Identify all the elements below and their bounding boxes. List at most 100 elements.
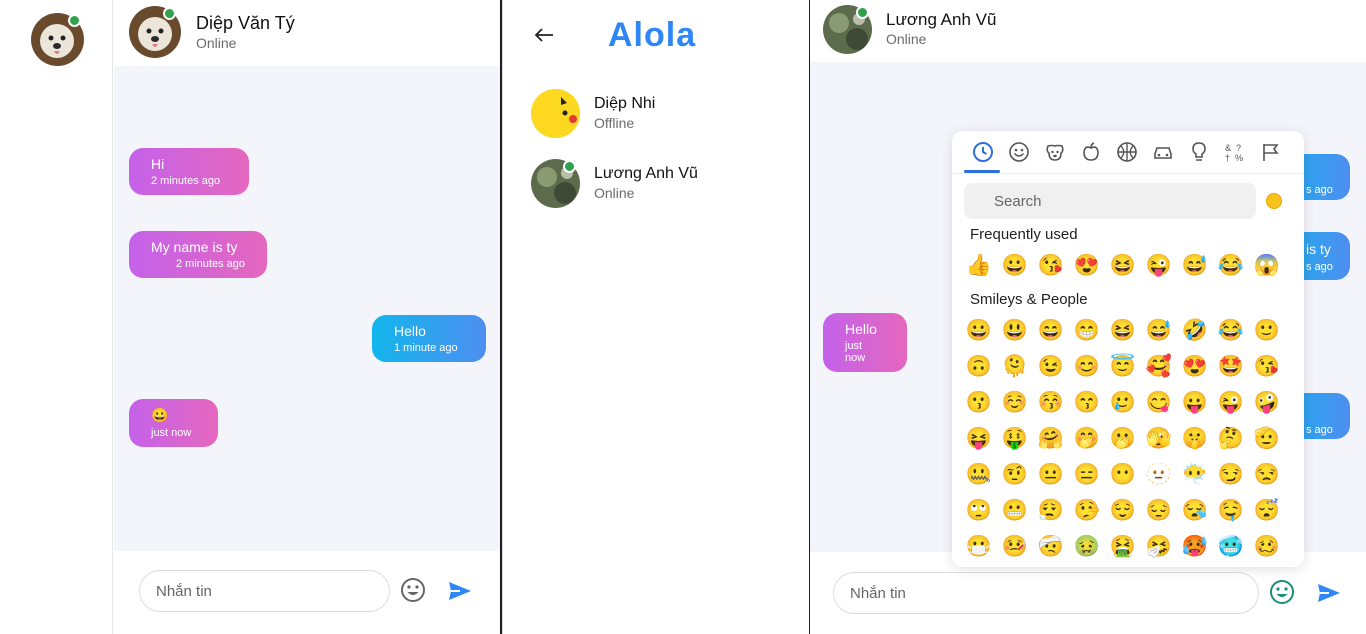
emoji-item[interactable]: 😂	[1216, 316, 1246, 346]
emoji-item[interactable]: 🤗	[1036, 424, 1066, 454]
emoji-item[interactable]: 🤣	[1180, 316, 1210, 346]
emoji-item[interactable]: 😶	[1108, 460, 1138, 490]
emoji-item[interactable]: 😑	[1072, 460, 1102, 490]
travel-icon[interactable]	[1150, 141, 1176, 167]
emoji-item[interactable]: 😀	[964, 316, 994, 346]
emoji-item[interactable]: 🤒	[1000, 532, 1030, 562]
objects-icon[interactable]	[1186, 141, 1212, 167]
animal-icon[interactable]	[1042, 141, 1068, 167]
emoji-item[interactable]: 😋	[1144, 388, 1174, 418]
emoji-item[interactable]: 😐	[1036, 460, 1066, 490]
emoji-item[interactable]: 😴	[1252, 496, 1282, 526]
message-input[interactable]	[139, 570, 390, 612]
emoji-item[interactable]: 😌	[1108, 496, 1138, 526]
emoji-item[interactable]: 🫥	[1144, 460, 1174, 490]
emoji-item[interactable]: 😚	[1036, 388, 1066, 418]
emoji-item[interactable]: 🥲	[1108, 388, 1138, 418]
emoji-item[interactable]: 🤑	[1000, 424, 1030, 454]
smiley-icon[interactable]	[1006, 141, 1032, 167]
emoji-item[interactable]: 🫣	[1144, 424, 1174, 454]
emoji-item[interactable]: 😱	[1252, 251, 1282, 281]
emoji-item[interactable]: 😉	[1036, 352, 1066, 382]
emoji-item[interactable]: 🤕	[1036, 532, 1066, 562]
emoji-item[interactable]: 😃	[1000, 316, 1030, 346]
emoji-item[interactable]: 🤨	[1000, 460, 1030, 490]
emoji-item[interactable]: 😁	[1072, 316, 1102, 346]
emoji-item[interactable]: 🤩	[1216, 352, 1246, 382]
emoji-item[interactable]: 😔	[1144, 496, 1174, 526]
send-icon	[1318, 584, 1340, 602]
emoji-item[interactable]: 😆	[1108, 316, 1138, 346]
emoji-item[interactable]: 🥶	[1216, 532, 1246, 562]
contact-item[interactable]: Lương Anh Vũ Online	[503, 156, 809, 218]
emoji-item[interactable]: 😛	[1180, 388, 1210, 418]
emoji-item[interactable]: 😏	[1216, 460, 1246, 490]
emoji-item[interactable]: 😍	[1180, 352, 1210, 382]
emoji-item[interactable]: 🫢	[1108, 424, 1138, 454]
emoji-item[interactable]: 🥴	[1252, 532, 1282, 562]
chat-header: Lương Anh Vũ Online	[810, 0, 1366, 62]
emoji-item[interactable]: 🤪	[1252, 388, 1282, 418]
emoji-item[interactable]: 🤤	[1216, 496, 1246, 526]
skin-tone-selector[interactable]	[1266, 193, 1282, 209]
message-input[interactable]	[833, 572, 1259, 614]
svg-text:†: †	[1225, 153, 1230, 163]
emoji-item[interactable]: 😜	[1216, 388, 1246, 418]
emoji-item[interactable]: 😇	[1108, 352, 1138, 382]
message-time: just now	[151, 427, 192, 439]
emoji-button[interactable]	[1269, 579, 1295, 610]
emoji-search-input[interactable]	[964, 183, 1256, 219]
send-button[interactable]	[1317, 583, 1341, 608]
emoji-item[interactable]: 😬	[1000, 496, 1030, 526]
emoji-item[interactable]: 🙄	[964, 496, 994, 526]
emoji-item[interactable]: 🤫	[1180, 424, 1210, 454]
emoji-item[interactable]: 🤭	[1072, 424, 1102, 454]
emoji-item[interactable]: 🤮	[1108, 532, 1138, 562]
emoji-item[interactable]: 🤔	[1216, 424, 1246, 454]
message-time: just now	[845, 340, 866, 364]
emoji-item[interactable]: 😪	[1180, 496, 1210, 526]
emoji-item[interactable]: 😮‍💨	[1036, 496, 1066, 526]
emoji-item[interactable]: 🤧	[1144, 532, 1174, 562]
emoji-item[interactable]: 😅	[1180, 251, 1210, 281]
emoji-item[interactable]: 🙃	[964, 352, 994, 382]
back-button[interactable]	[533, 22, 555, 50]
emoji-item[interactable]: 😜	[1144, 251, 1174, 281]
emoji-item[interactable]: 🤐	[964, 460, 994, 490]
emoji-item[interactable]: 😊	[1072, 352, 1102, 382]
emoji-item[interactable]: 😘	[1252, 352, 1282, 382]
emoji-item[interactable]: 🤥	[1072, 496, 1102, 526]
frequently-used-title: Frequently used	[970, 226, 1078, 243]
message-text: Hello	[394, 323, 426, 339]
emoji-item[interactable]: 😙	[1072, 388, 1102, 418]
flags-icon[interactable]	[1258, 141, 1284, 167]
activity-icon[interactable]	[1114, 141, 1140, 167]
emoji-item[interactable]: 😝	[964, 424, 994, 454]
emoji-item[interactable]: 😀	[1000, 251, 1030, 281]
emoji-item[interactable]: 😶‍🌫️	[1180, 460, 1210, 490]
emoji-item[interactable]: 🙂	[1252, 316, 1282, 346]
emoji-item[interactable]: 🤢	[1072, 532, 1102, 562]
emoji-item[interactable]: 😘	[1036, 251, 1066, 281]
contact-name: Lương Anh Vũ	[886, 10, 997, 29]
emoji-item[interactable]: 😅	[1144, 316, 1174, 346]
emoji-item[interactable]: 😆	[1108, 251, 1138, 281]
send-button[interactable]	[448, 581, 472, 606]
emoji-item[interactable]: 🥵	[1180, 532, 1210, 562]
symbols-icon[interactable]: &? †%	[1222, 141, 1248, 167]
emoji-item[interactable]: 😄	[1036, 316, 1066, 346]
emoji-item[interactable]: 😍	[1072, 251, 1102, 281]
recent-icon[interactable]	[970, 141, 996, 167]
emoji-item[interactable]: ☺️	[1000, 388, 1030, 418]
emoji-item[interactable]: 😗	[964, 388, 994, 418]
emoji-item[interactable]: 🫡	[1252, 424, 1282, 454]
emoji-item[interactable]: 😒	[1252, 460, 1282, 490]
emoji-button[interactable]	[400, 577, 426, 608]
emoji-item[interactable]: 🫠	[1000, 352, 1030, 382]
food-icon[interactable]	[1078, 141, 1104, 167]
emoji-item[interactable]: 👍	[964, 251, 994, 281]
contact-item[interactable]: Diệp Nhi Offline	[503, 86, 809, 148]
emoji-item[interactable]: 🥰	[1144, 352, 1174, 382]
emoji-item[interactable]: 😂	[1216, 251, 1246, 281]
emoji-item[interactable]: 😷	[964, 532, 994, 562]
